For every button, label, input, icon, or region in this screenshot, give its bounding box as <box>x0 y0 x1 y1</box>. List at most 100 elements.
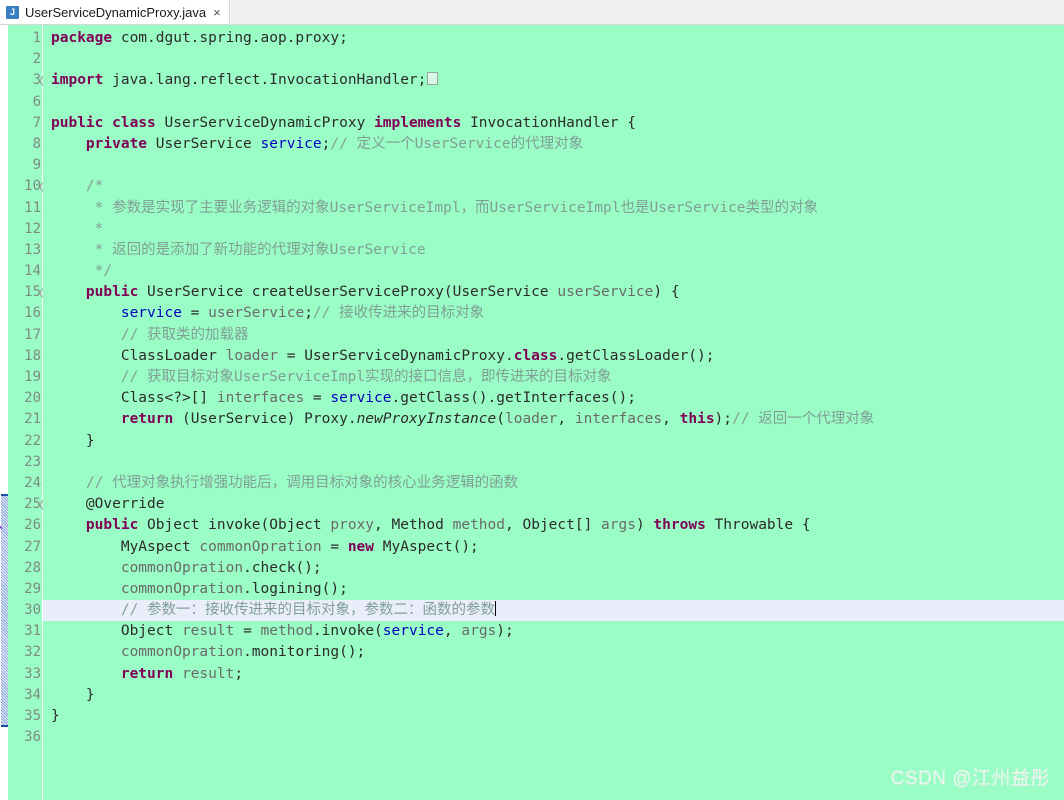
code-line[interactable]: commonOpration.monitoring(); <box>43 642 1064 663</box>
line-number: 34 <box>24 686 41 703</box>
code-line[interactable]: * 参数是实现了主要业务逻辑的对象UserServiceImpl，而UserSe… <box>43 198 1064 219</box>
code-token: class <box>513 347 558 364</box>
code-token: = <box>234 623 261 640</box>
code-token: .monitoring(); <box>243 644 366 661</box>
code-token: result <box>181 623 235 640</box>
code-line-current[interactable]: // 参数一：接收传进来的目标对象，参数二：函数的参数 <box>43 600 1064 622</box>
code-token: // 获取目标对象UserServiceImpl实现的接口信息，即传进来的目标对… <box>51 369 612 385</box>
code-line[interactable]: // 获取类的加载器 <box>43 325 1064 346</box>
code-token: args <box>601 517 636 534</box>
code-token: class <box>112 114 156 131</box>
code-line[interactable] <box>43 155 1064 176</box>
code-token: = <box>181 305 209 322</box>
collapsed-import-placeholder-icon[interactable] <box>427 72 439 86</box>
code-line[interactable]: commonOpration.logining(); <box>43 579 1064 600</box>
code-line[interactable]: @Override <box>43 494 1064 515</box>
code-token: UserService <box>147 135 261 152</box>
close-icon[interactable]: × <box>212 6 222 19</box>
line-number: 10− <box>8 176 51 197</box>
override-marker-icon[interactable] <box>0 523 3 529</box>
code-token: Throwable { <box>705 517 811 534</box>
line-number: 29 <box>24 580 41 597</box>
line-number-gutter[interactable]: 123+678910−1112131415−161718192021222324… <box>0 25 51 800</box>
code-token: Object <box>51 623 182 640</box>
code-line[interactable]: } <box>43 431 1064 452</box>
line-number: 8 <box>32 135 41 152</box>
change-bar-marker <box>1 494 8 727</box>
code-token: ; <box>304 305 313 322</box>
tab-userservicedynamicproxy[interactable]: J UserServiceDynamicProxy.java × <box>0 0 230 24</box>
code-token: // 接收传进来的目标对象 <box>312 305 485 322</box>
code-line[interactable]: // 获取目标对象UserServiceImpl实现的接口信息，即传进来的目标对… <box>43 367 1064 388</box>
code-line[interactable]: } <box>43 685 1064 706</box>
code-line[interactable]: Class<?>[] interfaces = service.getClass… <box>43 388 1064 409</box>
code-line[interactable]: import java.lang.reflect.InvocationHandl… <box>43 70 1064 91</box>
line-number: 21 <box>24 411 41 428</box>
code-line[interactable]: public class UserServiceDynamicProxy imp… <box>43 113 1064 134</box>
code-token: proxy <box>330 517 375 534</box>
tab-label: UserServiceDynamicProxy.java <box>25 4 207 20</box>
code-token: ) <box>635 517 654 534</box>
code-token: private <box>85 135 148 152</box>
code-line[interactable]: service = userService;// 接收传进来的目标对象 <box>43 303 1064 324</box>
code-token: java.lang.reflect.InvocationHandler; <box>103 72 427 89</box>
code-token: MyAspect(); <box>374 538 479 555</box>
code-token: Class<?>[] <box>51 390 217 407</box>
line-number: 23 <box>24 453 41 470</box>
code-line[interactable]: MyAspect commonOpration = new MyAspect()… <box>43 537 1064 558</box>
code-token: commonOpration <box>120 644 244 661</box>
code-line[interactable]: commonOpration.check(); <box>43 558 1064 579</box>
code-token: , Object[] <box>505 517 602 534</box>
code-editor[interactable]: 123+678910−1112131415−161718192021222324… <box>0 25 1064 800</box>
code-token: commonOpration <box>120 580 244 597</box>
code-line[interactable]: // 代理对象执行增强功能后，调用目标对象的核心业务逻辑的函数 <box>43 473 1064 494</box>
code-token: // 参数一：接收传进来的目标对象，参数二：函数的参数 <box>51 602 496 619</box>
line-number: 11 <box>24 199 41 216</box>
code-token: new <box>347 538 375 555</box>
editor-tab-bar: J UserServiceDynamicProxy.java × <box>0 0 1064 25</box>
line-number: 30 <box>24 602 41 619</box>
line-number: 7 <box>32 114 41 131</box>
code-token: newProxyInstance <box>356 411 497 428</box>
code-line[interactable]: ClassLoader loader = UserServiceDynamicP… <box>43 346 1064 367</box>
code-line[interactable]: Object result = method.invoke(service, a… <box>43 621 1064 642</box>
code-line[interactable]: return result; <box>43 664 1064 685</box>
code-line[interactable]: /* <box>43 176 1064 197</box>
code-token: // 返回一个代理对象 <box>732 411 875 428</box>
code-line[interactable]: } <box>43 706 1064 727</box>
code-token: } <box>51 708 60 724</box>
code-line[interactable]: * <box>43 219 1064 240</box>
code-line[interactable]: private UserService service;// 定义一个UserS… <box>43 134 1064 155</box>
code-token: * <box>51 220 104 237</box>
code-line[interactable]: */ <box>43 261 1064 282</box>
code-token: * 参数是实现了主要业务逻辑的对象UserServiceImpl，而UserSe… <box>51 199 819 216</box>
code-line[interactable] <box>43 727 1064 748</box>
code-line[interactable] <box>43 92 1064 113</box>
code-line[interactable] <box>43 452 1064 473</box>
code-line[interactable]: package com.dgut.spring.aop.proxy; <box>43 28 1064 49</box>
line-number: 26 <box>0 515 42 536</box>
code-line[interactable]: public Object invoke(Object proxy, Metho… <box>43 515 1064 536</box>
code-token: userService <box>557 284 654 301</box>
code-token: ( <box>496 411 505 428</box>
code-content-area[interactable]: package com.dgut.spring.aop.proxy; impor… <box>43 25 1064 800</box>
code-token: interfaces <box>216 390 305 407</box>
code-line[interactable] <box>43 49 1064 70</box>
java-file-icon: J <box>6 5 19 19</box>
code-line[interactable]: public UserService createUserServiceProx… <box>43 282 1064 303</box>
code-token: return <box>120 665 174 682</box>
code-token: */ <box>51 263 113 280</box>
code-token: = UserServiceDynamicProxy. <box>278 347 514 364</box>
code-line[interactable]: return (UserService) Proxy.newProxyInsta… <box>43 409 1064 430</box>
line-number: 3+ <box>8 70 51 91</box>
code-token: throws <box>653 517 706 534</box>
line-number: 25− <box>8 494 51 515</box>
code-line[interactable]: * 返回的是添加了新功能的代理对象UserService <box>43 240 1064 261</box>
code-token: public <box>85 517 139 534</box>
code-token: import <box>51 72 104 89</box>
code-token: , Method <box>374 517 453 534</box>
